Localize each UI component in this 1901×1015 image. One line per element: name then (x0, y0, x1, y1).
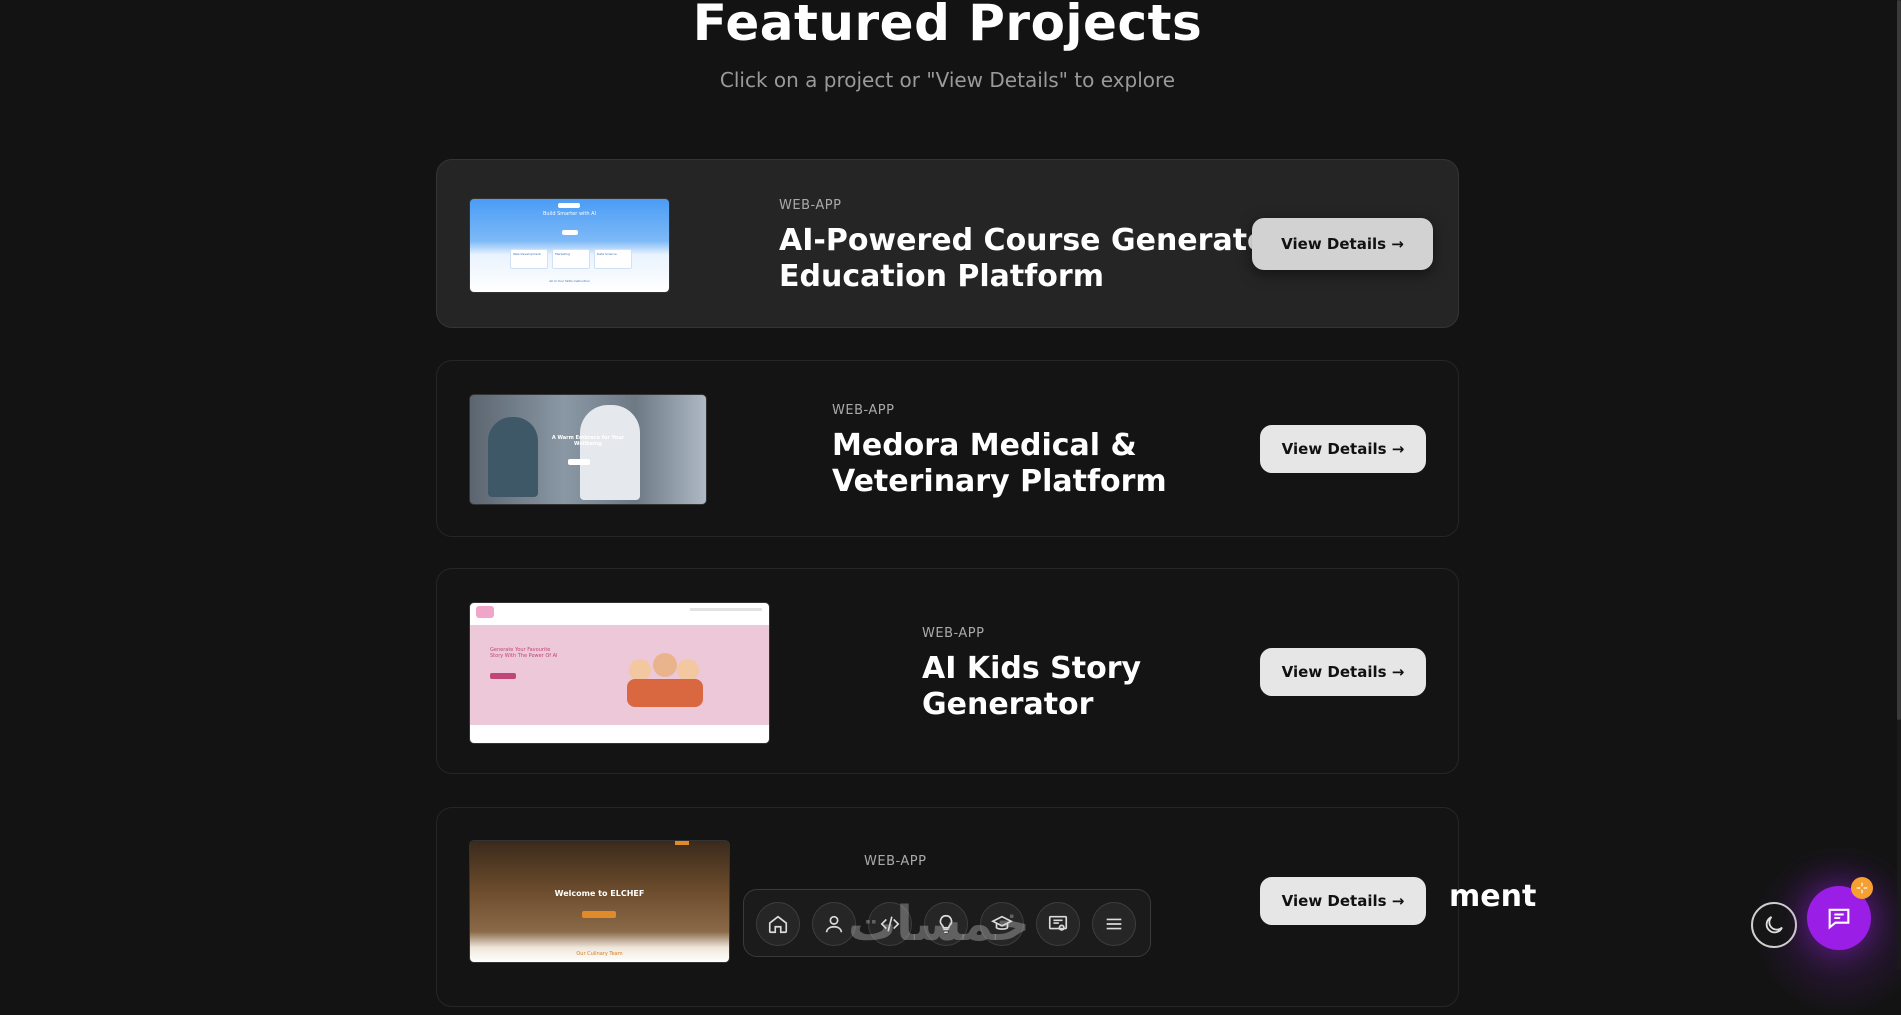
bottom-navigation (743, 889, 1151, 957)
code-icon[interactable] (868, 902, 912, 946)
project-thumbnail[interactable]: Generate Your Favourite Story With The P… (469, 602, 770, 744)
thumb-logo (476, 606, 494, 618)
certificate-icon[interactable] (1036, 902, 1080, 946)
thumb-nav (558, 203, 580, 208)
thumb-hero-text: Welcome to ELCHEF (554, 889, 645, 898)
page-subtitle: Click on a project or "View Details" to … (719, 68, 1176, 92)
view-details-button[interactable]: View Details → (1260, 648, 1426, 696)
thumb-illustration (625, 653, 705, 709)
home-icon[interactable] (756, 902, 800, 946)
thumb-person (580, 405, 640, 500)
project-thumbnail[interactable]: A Warm Embrace for Your Wellbeing (469, 394, 707, 505)
graduation-cap-icon[interactable] (980, 902, 1024, 946)
sparkle-icon (1851, 877, 1873, 899)
project-card[interactable]: Build Smarter with AI Web Development Ma… (436, 159, 1459, 328)
thumb-headline: Generate Your Favourite Story With The P… (490, 647, 558, 659)
thumb-footer: All In Your Skills Instruction (549, 279, 590, 283)
thumb-badge (675, 841, 689, 845)
thumb-hero-text: A Warm Embrace for Your Wellbeing (551, 435, 625, 447)
view-details-button[interactable]: View Details → (1260, 425, 1426, 473)
thumb-cta (562, 230, 578, 235)
project-category: WEB-APP (832, 403, 895, 418)
thumb-card: Data Science (594, 249, 632, 269)
project-category: WEB-APP (779, 198, 842, 213)
thumb-hero-text: Build Smarter with AI (542, 211, 597, 217)
thumb-section: Our Culinary Team (576, 951, 623, 957)
page-scrollbar[interactable] (1897, 0, 1901, 969)
moon-icon[interactable] (1751, 902, 1797, 948)
project-title: ment (1449, 879, 1537, 914)
project-card[interactable]: A Warm Embrace for Your Wellbeing WEB-AP… (436, 360, 1459, 537)
project-thumbnail[interactable]: Build Smarter with AI Web Development Ma… (469, 198, 670, 293)
scrollbar-thumb[interactable] (1897, 0, 1901, 720)
thumb-cta (568, 459, 590, 465)
view-details-button[interactable]: View Details → (1260, 877, 1426, 925)
lightbulb-icon[interactable] (924, 902, 968, 946)
thumb-card: Web Development (510, 249, 548, 269)
view-details-button[interactable]: View Details → (1252, 218, 1433, 270)
project-title: Medora Medical & Veterinary Platform (832, 428, 1167, 499)
project-category: WEB-APP (922, 626, 985, 641)
project-card[interactable]: Generate Your Favourite Story With The P… (436, 568, 1459, 774)
project-thumbnail[interactable]: Welcome to ELCHEF Our Culinary Team (469, 840, 730, 963)
thumb-cta (490, 673, 516, 679)
project-title: AI-Powered Course Generator & Education … (779, 223, 1320, 294)
thumb-nav (690, 608, 762, 611)
thumb-cta (582, 911, 616, 918)
project-title: AI Kids Story Generator (922, 651, 1142, 722)
menu-icon[interactable] (1092, 902, 1136, 946)
thumb-hero: Generate Your Favourite Story With The P… (470, 625, 769, 725)
user-icon[interactable] (812, 902, 856, 946)
project-category: WEB-APP (864, 854, 927, 869)
page-title: Featured Projects (692, 0, 1203, 52)
thumb-person (488, 417, 538, 497)
thumb-card: Marketing (552, 249, 590, 269)
